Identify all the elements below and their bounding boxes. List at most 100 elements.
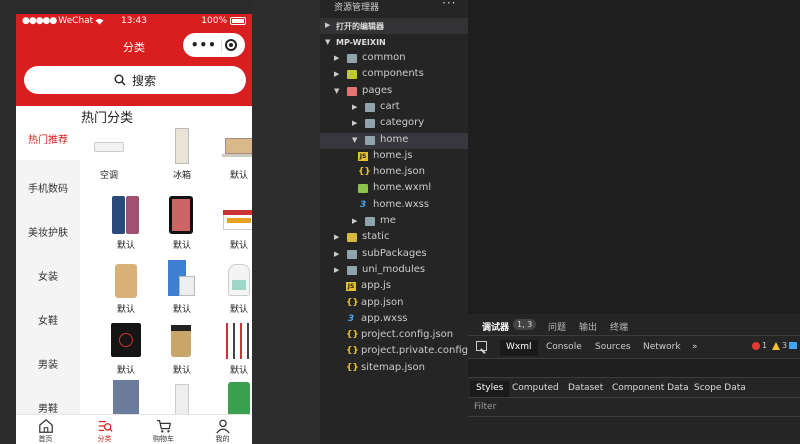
more-icon[interactable]: ••• [191, 39, 217, 51]
tree-item-home-wxss[interactable]: 3 home.wxss [320, 198, 468, 214]
tree-item-uni-modules[interactable]: ▶ uni_modules [320, 263, 468, 279]
warning-count[interactable]: 3 [772, 341, 798, 350]
tab-scope-data[interactable]: Scope Data [688, 381, 752, 397]
chevron-right-icon[interactable]: ▶ [334, 250, 339, 258]
error-count[interactable]: 1 [752, 341, 767, 350]
folder-icon [365, 103, 375, 112]
product-item[interactable]: 冰箱 [164, 126, 200, 181]
tab-category-label: 分类 [97, 435, 112, 443]
tree-item-common[interactable]: ▶ common [320, 51, 468, 67]
tab-computed[interactable]: Computed [506, 381, 565, 397]
tree-item-label: app.js [361, 280, 391, 291]
search-bar[interactable]: 搜索 [24, 66, 246, 94]
chevron-right-icon[interactable]: ▶ [334, 233, 339, 241]
tree-item-pages[interactable]: ▼ pages [320, 84, 468, 100]
category-item-men-shoes[interactable]: 男鞋 [16, 400, 80, 415]
tab-home[interactable]: 首页 [16, 415, 75, 444]
cart-icon [156, 420, 171, 433]
tree-item-cart[interactable]: ▶ cart [320, 100, 468, 116]
json-file-icon: {} [346, 298, 359, 308]
product-item[interactable]: 默认 [221, 126, 252, 181]
close-target-icon[interactable] [225, 39, 238, 51]
product-item[interactable]: 默认 [108, 321, 144, 376]
chevron-right-icon[interactable]: ▶ [334, 54, 339, 62]
open-editors-section[interactable]: ▶ 打开的编辑器 [320, 18, 468, 34]
humidifier-image [222, 260, 252, 300]
tab-output[interactable]: 输出 [579, 320, 597, 333]
tree-item-components[interactable]: ▶ components [320, 67, 468, 83]
category-item-men[interactable]: 男装 [16, 356, 80, 371]
project-section[interactable]: ▼ MP-WEIXIN [320, 35, 468, 51]
chevron-right-icon[interactable]: ▶ [334, 266, 339, 274]
tree-item-app-js[interactable]: JS app.js [320, 279, 468, 295]
debugger-badge: 1, 3 [513, 319, 537, 330]
product-item[interactable]: 默认 [164, 260, 200, 315]
error-icon [752, 341, 760, 350]
kettle-image [165, 321, 199, 361]
product-item[interactable]: 默认 [164, 321, 200, 376]
tree-item-static[interactable]: ▶ static [320, 230, 468, 246]
tab-sources[interactable]: Sources [589, 340, 637, 356]
product-item[interactable]: 默认 [108, 196, 144, 251]
tree-item-category[interactable]: ▶ category [320, 116, 468, 132]
tree-item-home-js[interactable]: JS home.js [320, 149, 468, 165]
chevron-right-icon[interactable]: ▶ [334, 70, 339, 78]
product-item[interactable]: 默认 [221, 321, 252, 376]
home-icon [38, 418, 53, 433]
tree-item-label: app.json [361, 297, 404, 308]
product-item[interactable]: 默认 [164, 196, 200, 251]
tab-category[interactable]: 分类 [75, 415, 134, 444]
tab-debugger[interactable]: 调试器 [482, 320, 509, 333]
tree-item-label: static [362, 231, 390, 242]
product-item[interactable]: 默认 [108, 260, 144, 315]
json-file-icon: {} [346, 346, 359, 356]
tab-terminal[interactable]: 终端 [610, 320, 628, 333]
tree-item-home-wxml[interactable]: home.wxml [320, 181, 468, 197]
tree-item-project-config-json[interactable]: {} project.config.json [320, 328, 468, 344]
chevron-right-icon[interactable]: ▶ [352, 119, 357, 127]
tab-console[interactable]: Console [540, 340, 588, 356]
chevron-right-icon[interactable]: ▶ [352, 217, 357, 225]
product-name: 默认 [116, 305, 135, 315]
category-item-women-shoes[interactable]: 女鞋 [16, 312, 80, 327]
user-icon [215, 419, 230, 434]
tab-me[interactable]: 我的 [193, 415, 252, 444]
tree-item-project-private-config-js[interactable]: {} project.private.config.js... [320, 344, 489, 360]
wxml-tree-area [468, 358, 800, 378]
more-tabs-icon[interactable]: » [686, 340, 704, 356]
category-item-digital[interactable]: 手机数码 [16, 180, 80, 195]
chevron-down-icon[interactable]: ▼ [352, 136, 357, 144]
tab-cart[interactable]: 购物车 [134, 415, 193, 444]
tree-item-app-json[interactable]: {} app.json [320, 296, 468, 312]
chevron-right-icon[interactable]: ▶ [352, 103, 357, 111]
tree-item-home[interactable]: ▼ home [320, 133, 468, 149]
tab-dataset[interactable]: Dataset [562, 381, 609, 397]
filter-input[interactable]: Filter [474, 402, 496, 412]
fridge-image [165, 126, 199, 166]
tab-problems[interactable]: 问题 [548, 320, 566, 333]
tree-item-subpackages[interactable]: ▶ subPackages [320, 247, 468, 263]
mini-program-capsule[interactable]: ••• [183, 33, 245, 57]
more-actions-icon[interactable]: ··· [442, 0, 456, 10]
tree-item-label: project.config.json [361, 329, 454, 340]
chevron-down-icon[interactable]: ▼ [334, 87, 339, 95]
tab-styles[interactable]: Styles [470, 381, 510, 397]
tree-item-app-wxss[interactable]: 3 app.wxss [320, 312, 468, 328]
inspect-element-icon[interactable] [476, 341, 487, 351]
divider [468, 416, 800, 417]
category-item-women[interactable]: 女装 [16, 268, 80, 283]
tab-network[interactable]: Network [637, 340, 687, 356]
category-item-beauty[interactable]: 美妆护肤 [16, 224, 80, 239]
tree-item-label: home [380, 134, 409, 145]
tab-component-data[interactable]: Component Data [606, 381, 695, 397]
product-item[interactable]: 默认 [221, 196, 252, 251]
tree-item-me[interactable]: ▶ me [320, 214, 468, 230]
product-item[interactable]: 默认 [221, 260, 252, 315]
category-item-hot[interactable]: 热门推荐 [16, 122, 80, 160]
simulator-gutter [252, 0, 320, 444]
tree-item-sitemap-json[interactable]: {} sitemap.json [320, 361, 468, 377]
json-file-icon: {} [346, 363, 359, 373]
product-item[interactable]: 空调 [91, 126, 127, 181]
tree-item-home-json[interactable]: {} home.json [320, 165, 468, 181]
tab-wxml[interactable]: Wxml [500, 340, 538, 356]
